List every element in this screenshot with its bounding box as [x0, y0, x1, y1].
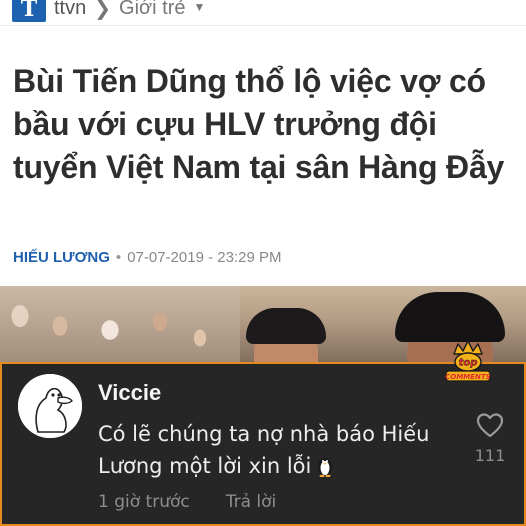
like-count: 111	[474, 446, 506, 465]
top-comments-badge: top COMMENTS	[444, 338, 492, 384]
breadcrumb-separator: ❯	[94, 0, 112, 20]
comment-text: Có lẽ chúng ta nợ nhà báo Hiếu Lương một…	[98, 422, 430, 478]
reply-button[interactable]: Trả lời	[226, 492, 277, 512]
site-header: T ttvn ❯ Giới trẻ ▼	[0, 0, 526, 26]
duck-avatar-icon[interactable]	[18, 374, 82, 438]
badge-line1: top	[459, 358, 478, 369]
comment-meta: 1 giờ trước Trả lời	[98, 492, 276, 512]
chevron-down-icon[interactable]: ▼	[193, 0, 205, 14]
comment-card: Viccie Có lẽ chúng ta nợ nhà báo Hiếu Lư…	[0, 362, 526, 526]
article-headline: Bùi Tiến Dũng thổ lộ việc vợ có bầu với …	[13, 63, 505, 185]
publish-datetime: 07-07-2019 - 23:29 PM	[127, 249, 282, 266]
byline-separator: •	[115, 249, 122, 266]
badge-line2: COMMENTS	[445, 373, 490, 381]
breadcrumb-section[interactable]: Giới trẻ	[119, 0, 185, 20]
crown-icon	[453, 340, 483, 355]
comment-body: Có lẽ chúng ta nợ nhà báo Hiếu Lương một…	[98, 418, 438, 482]
site-logo-icon[interactable]: T	[12, 0, 46, 22]
article-byline: HIẾU LƯƠNG • 07-07-2019 - 23:29 PM	[13, 249, 281, 266]
heart-icon[interactable]	[476, 412, 504, 438]
photo-crowd	[0, 286, 240, 364]
photo-player-left	[246, 308, 326, 364]
comment-username[interactable]: Viccie	[98, 380, 161, 406]
article-screenshot: T ttvn ❯ Giới trẻ ▼ Bùi Tiến Dũng thổ lộ…	[0, 0, 526, 364]
like-control: 111	[468, 412, 512, 465]
site-name[interactable]: ttvn	[54, 0, 86, 20]
penguin-emoji-icon	[315, 453, 335, 478]
author-name[interactable]: HIẾU LƯƠNG	[13, 249, 110, 266]
comment-time: 1 giờ trước	[98, 492, 190, 512]
